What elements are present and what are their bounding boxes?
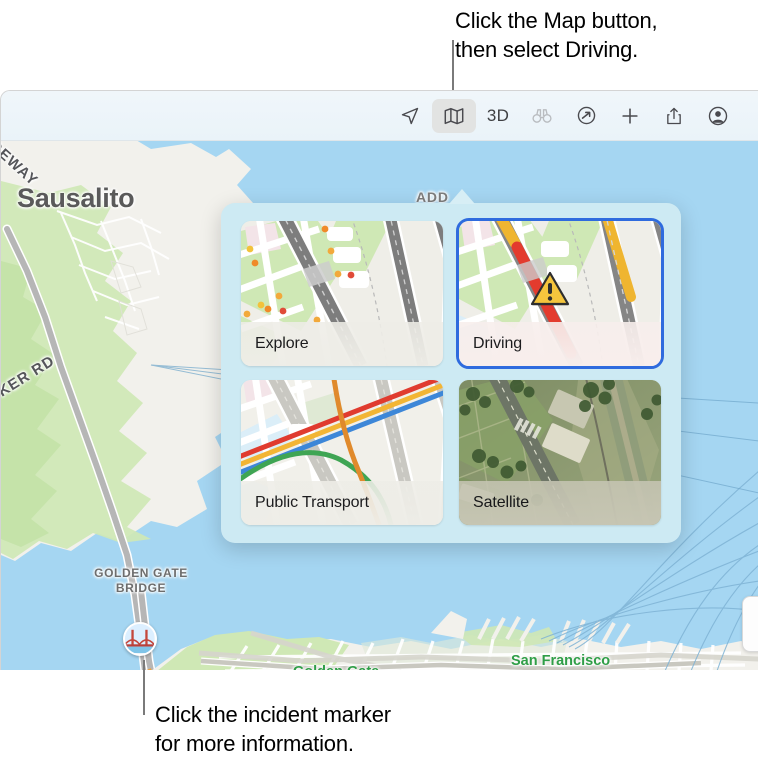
golden-gate-bridge-poi[interactable] (123, 622, 157, 656)
map-style-tile-driving[interactable]: Driving (456, 218, 664, 369)
map-style-label-driving: Driving (459, 322, 661, 366)
callout-bottom-leader-line (143, 660, 145, 715)
toolbar: 3D (1, 91, 758, 141)
three-d-button[interactable]: 3D (476, 99, 520, 133)
directions-icon[interactable] (564, 99, 608, 133)
map-canvas[interactable]: Sausalito GEWAY KER RD GOLDEN GATE BRIDG… (1, 141, 758, 670)
popover-arrow (449, 189, 475, 204)
map-style-label-satellite: Satellite (459, 481, 661, 525)
map-zoom-control[interactable] (742, 596, 758, 652)
maps-app-window: 3D Sausalito GEWAY KER RD GOLDEN GATE BR… (0, 90, 758, 670)
map-style-popover: Explore Driving Public Transport Satelli… (221, 203, 681, 543)
account-icon[interactable] (696, 99, 740, 133)
map-style-tile-public-transport[interactable]: Public Transport (241, 380, 443, 525)
location-arrow-icon[interactable] (388, 99, 432, 133)
map-style-tile-satellite[interactable]: Satellite (459, 380, 661, 525)
map-style-tile-explore[interactable]: Explore (241, 221, 443, 366)
map-style-label-public-transport: Public Transport (241, 481, 443, 525)
add-icon[interactable] (608, 99, 652, 133)
share-icon[interactable] (652, 99, 696, 133)
callout-top-text: Click the Map button, then select Drivin… (455, 8, 658, 62)
map-button[interactable] (432, 98, 476, 133)
map-style-label-explore: Explore (241, 322, 443, 366)
callout-bottom-text: Click the incident marker for more infor… (155, 702, 391, 756)
binoculars-icon[interactable] (520, 99, 564, 133)
three-d-label: 3D (486, 105, 510, 125)
